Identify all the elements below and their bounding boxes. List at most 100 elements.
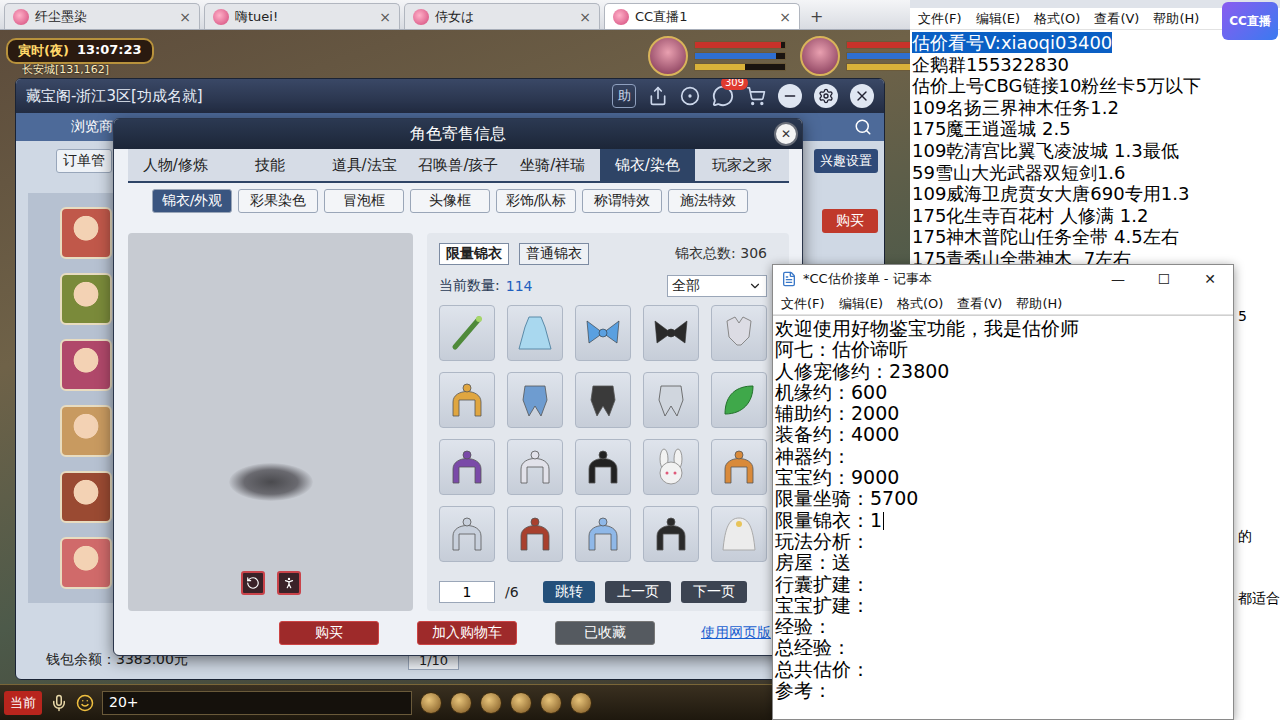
outfit-item[interactable] bbox=[439, 372, 495, 428]
action-button[interactable]: 购买 bbox=[279, 621, 379, 645]
window-control[interactable]: ✕ bbox=[1187, 265, 1233, 293]
cart-icon[interactable] bbox=[746, 86, 766, 106]
action-button[interactable]: 已收藏 bbox=[555, 621, 655, 645]
sub-tab[interactable]: 施法特效 bbox=[668, 189, 748, 213]
wardrobe-kind-tab[interactable]: 限量锦衣 bbox=[439, 243, 509, 265]
outfit-item[interactable] bbox=[575, 439, 631, 495]
sub-tab[interactable]: 冒泡框 bbox=[324, 189, 404, 213]
dialog-tab[interactable]: 召唤兽/孩子 bbox=[411, 149, 505, 181]
menu-item[interactable]: 文件(F) bbox=[781, 295, 825, 313]
outfit-item[interactable] bbox=[507, 305, 563, 361]
sub-tab[interactable]: 彩饰/队标 bbox=[496, 189, 576, 213]
search-button[interactable] bbox=[854, 118, 872, 136]
help-button[interactable]: 助 bbox=[612, 84, 636, 108]
outfit-item[interactable] bbox=[575, 372, 631, 428]
sub-tab[interactable]: 称谓特效 bbox=[582, 189, 662, 213]
dialog-close-button[interactable]: ✕ bbox=[774, 122, 798, 146]
client-tab[interactable]: 侍女は× bbox=[404, 3, 600, 29]
dialog-tab[interactable]: 人物/修炼 bbox=[128, 149, 222, 181]
client-tab[interactable]: CC直播1× bbox=[604, 3, 800, 29]
outfit-item[interactable] bbox=[643, 439, 699, 495]
menu-item[interactable]: 帮助(H) bbox=[1016, 295, 1062, 313]
tab-close-button[interactable]: × bbox=[779, 9, 791, 25]
filter-dropdown[interactable]: 全部 bbox=[667, 275, 767, 297]
web-version-link[interactable]: 使用网页版 bbox=[701, 624, 771, 642]
dialog-tab[interactable]: 道具/法宝 bbox=[317, 149, 411, 181]
client-tab[interactable]: 纤尘墨染× bbox=[4, 3, 200, 29]
outfit-item[interactable] bbox=[711, 506, 767, 562]
interest-settings-button[interactable]: 兴趣设置 bbox=[814, 149, 878, 173]
quick-slot-icon[interactable] bbox=[450, 692, 472, 714]
outfit-item[interactable] bbox=[643, 506, 699, 562]
quick-slot-icon[interactable] bbox=[510, 692, 532, 714]
outfit-item[interactable] bbox=[507, 372, 563, 428]
dialog-tab[interactable]: 坐骑/祥瑞 bbox=[506, 149, 600, 181]
outfit-item[interactable] bbox=[507, 439, 563, 495]
outfit-item[interactable] bbox=[643, 305, 699, 361]
nav-item[interactable]: 浏览商 bbox=[71, 118, 113, 136]
notepad-text[interactable]: 欢迎使用好物鉴宝功能，我是估价师阿七：估价谛听人修宠修约：23800机缘约：60… bbox=[773, 315, 1233, 719]
menu-item[interactable]: 格式(O) bbox=[897, 295, 943, 313]
role-avatar[interactable] bbox=[60, 471, 112, 523]
quick-slot-icon[interactable] bbox=[540, 692, 562, 714]
sub-tab[interactable]: 锦衣/外观 bbox=[152, 189, 232, 213]
tab-close-button[interactable]: × bbox=[579, 9, 591, 25]
role-avatar[interactable] bbox=[60, 405, 112, 457]
menu-item[interactable]: 文件(F) bbox=[918, 10, 962, 28]
sub-tab[interactable]: 彩果染色 bbox=[238, 189, 318, 213]
chat-input[interactable]: 20+ bbox=[102, 691, 412, 715]
page-input[interactable]: 1 bbox=[439, 581, 495, 603]
menu-item[interactable]: 格式(O) bbox=[1034, 10, 1080, 28]
quick-slot-icon[interactable] bbox=[420, 692, 442, 714]
rotate-button[interactable] bbox=[241, 571, 265, 595]
share-icon[interactable] bbox=[648, 86, 668, 106]
menu-item[interactable]: 帮助(H) bbox=[1153, 10, 1199, 28]
outfit-item[interactable] bbox=[439, 506, 495, 562]
buy-button[interactable]: 购买 bbox=[822, 209, 878, 233]
window-control[interactable]: ☐ bbox=[1141, 265, 1187, 293]
quick-slot-icon[interactable] bbox=[570, 692, 592, 714]
role-avatar[interactable] bbox=[60, 273, 112, 325]
minimize-button[interactable] bbox=[778, 84, 802, 108]
tab-close-button[interactable]: × bbox=[379, 9, 391, 25]
menu-item[interactable]: 编辑(E) bbox=[976, 10, 1020, 28]
menu-item[interactable]: 编辑(E) bbox=[839, 295, 883, 313]
outfit-item[interactable] bbox=[711, 439, 767, 495]
portrait-icon[interactable] bbox=[800, 36, 840, 76]
outfit-item[interactable] bbox=[643, 372, 699, 428]
role-avatar[interactable] bbox=[60, 537, 112, 589]
quick-slot-icon[interactable] bbox=[480, 692, 502, 714]
new-tab-button[interactable]: + bbox=[804, 3, 829, 29]
portrait-icon[interactable] bbox=[648, 36, 688, 76]
outfit-item[interactable] bbox=[439, 439, 495, 495]
window-control[interactable]: — bbox=[1095, 265, 1141, 293]
microphone-icon[interactable] bbox=[50, 694, 68, 712]
dialog-tab[interactable]: 技能 bbox=[222, 149, 316, 181]
tab-close-button[interactable]: × bbox=[179, 9, 191, 25]
outfit-item[interactable] bbox=[575, 506, 631, 562]
role-avatar[interactable] bbox=[60, 339, 112, 391]
dialog-tab[interactable]: 锦衣/染色 bbox=[600, 149, 694, 181]
action-button[interactable]: 加入购物车 bbox=[417, 621, 517, 645]
sub-tab[interactable]: 头像框 bbox=[410, 189, 490, 213]
orders-button[interactable]: 订单管 bbox=[56, 149, 112, 173]
client-tab[interactable]: 嗨tuei!× bbox=[204, 3, 400, 29]
record-icon[interactable] bbox=[680, 86, 700, 106]
outfit-item[interactable] bbox=[711, 372, 767, 428]
notepad-text[interactable]: 估价看号V:xiaoqi03400企鹅群155322830估价上号CBG链接10… bbox=[910, 30, 1280, 270]
outfit-item[interactable] bbox=[575, 305, 631, 361]
prev-page-button[interactable]: 上一页 bbox=[605, 581, 671, 603]
settings-button[interactable] bbox=[814, 84, 838, 108]
outfit-item[interactable] bbox=[711, 305, 767, 361]
wardrobe-kind-tab[interactable]: 普通锦衣 bbox=[519, 243, 589, 265]
outfit-item[interactable] bbox=[507, 506, 563, 562]
outfit-item[interactable] bbox=[439, 305, 495, 361]
pose-button[interactable] bbox=[277, 571, 301, 595]
role-avatar[interactable] bbox=[60, 207, 112, 259]
emoji-icon[interactable] bbox=[76, 694, 94, 712]
next-page-button[interactable]: 下一页 bbox=[681, 581, 747, 603]
messages-button[interactable]: 309 bbox=[712, 85, 734, 107]
menu-item[interactable]: 查看(V) bbox=[1094, 10, 1139, 28]
dialog-tab[interactable]: 玩家之家 bbox=[695, 149, 789, 181]
menu-item[interactable]: 查看(V) bbox=[957, 295, 1002, 313]
